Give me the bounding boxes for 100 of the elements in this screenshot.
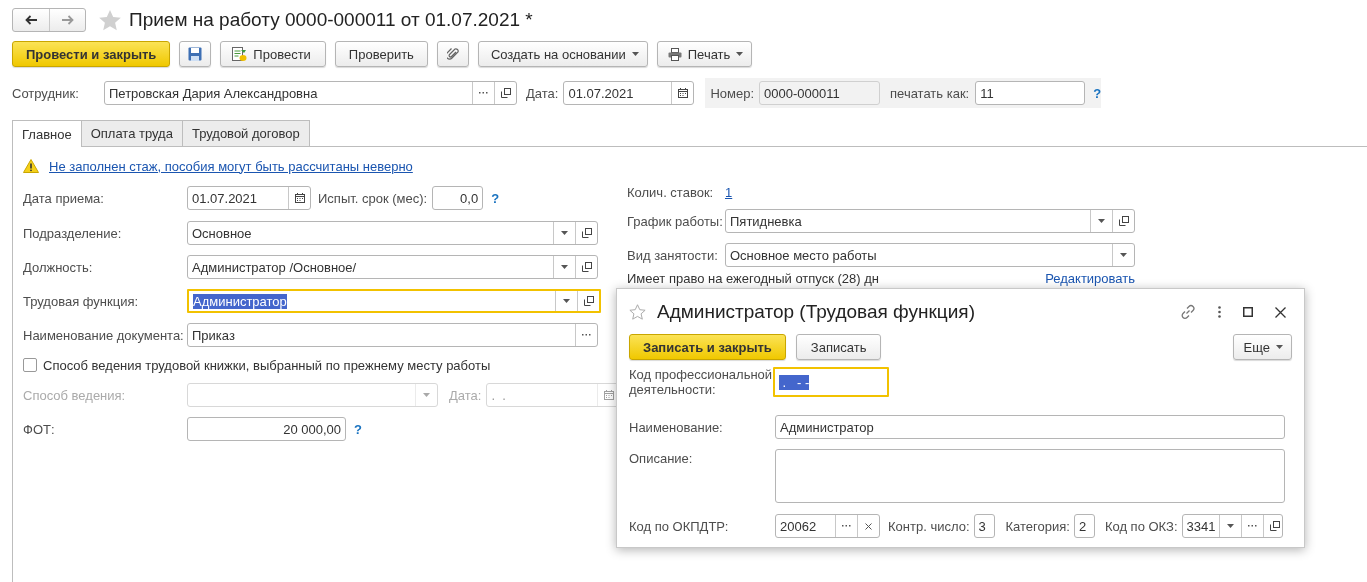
save-button[interactable] <box>179 41 212 67</box>
star-icon[interactable] <box>629 304 646 320</box>
maximize-icon[interactable] <box>1243 307 1253 317</box>
field-label: Номер: <box>710 85 755 101</box>
open-button[interactable] <box>1263 515 1282 537</box>
right-arrow-icon <box>61 15 74 25</box>
open-icon <box>583 296 594 306</box>
window-title: Прием на работу 0000-000011 от 01.07.2021 * <box>129 9 533 31</box>
select-field[interactable]: Приказ <box>187 323 598 347</box>
warning-link[interactable]: Не заполнен стаж, пособия могут быть рассчитаны неверно <box>49 158 413 174</box>
field-label: Колич. ставок: <box>627 184 715 200</box>
employee-field[interactable]: Петровская Дария Александровна <box>104 81 517 105</box>
field-label: Дата приема: <box>23 190 105 206</box>
date-field[interactable]: 01.07.2021 <box>563 81 695 105</box>
field-label: График работы: <box>627 213 724 229</box>
open-icon <box>500 88 511 98</box>
caret-icon <box>561 231 568 235</box>
field-label: Подразделение: <box>23 225 123 241</box>
open-icon <box>581 228 592 238</box>
calendar-icon <box>603 390 614 400</box>
field-label: Код по ОКЗ: <box>1104 518 1178 534</box>
caret-icon <box>736 52 744 56</box>
document-icon <box>231 46 248 62</box>
warning-icon <box>23 159 39 173</box>
star-icon[interactable] <box>99 9 121 31</box>
check-button[interactable]: Проверить <box>334 41 428 67</box>
select-field[interactable]: Основное <box>187 221 598 245</box>
open-icon <box>581 262 592 272</box>
tab[interactable]: Оплата труда <box>80 120 183 146</box>
number-field[interactable]: 2 <box>1073 514 1095 538</box>
calendar-icon <box>294 193 305 203</box>
close-icon[interactable] <box>1275 306 1286 318</box>
post-and-close-button[interactable]: Провести и закрыть <box>12 41 171 67</box>
printer-icon <box>667 47 682 61</box>
caret-icon <box>423 393 430 397</box>
tab[interactable]: Трудовой договор <box>181 120 310 146</box>
select-field[interactable]: Пятидневка <box>725 209 1135 233</box>
clear-icon <box>865 522 872 530</box>
post-button[interactable]: Провести <box>220 41 326 67</box>
code-field[interactable]: 20062 <box>775 514 880 538</box>
create-based-on-button[interactable]: Создать на основании <box>477 41 648 67</box>
caret-icon <box>631 52 639 56</box>
field-label: Сотрудник: <box>12 85 80 101</box>
save-button[interactable]: Записать <box>795 334 882 360</box>
left-arrow-icon <box>25 15 37 25</box>
caret-icon <box>563 299 570 303</box>
caret-icon <box>1120 253 1127 257</box>
date-field[interactable]: 01.07.2021 <box>187 186 311 210</box>
more-menu-icon[interactable] <box>1218 306 1221 318</box>
paperclip-icon <box>446 47 459 61</box>
attach-button[interactable] <box>436 41 469 67</box>
field-label: ФОТ: <box>23 421 56 437</box>
dialog-title: Администратор (Трудовая функция) <box>657 301 976 323</box>
number-field[interactable]: 0000-000011 <box>759 81 881 105</box>
save-and-close-button[interactable]: Записать и закрыть <box>629 334 786 360</box>
open-icon <box>1269 521 1280 531</box>
select-field[interactable]: Основное место работы <box>725 243 1135 267</box>
tab[interactable]: Главное <box>12 120 82 147</box>
field-label: Категория: <box>1005 518 1070 534</box>
caret-icon <box>1276 345 1283 349</box>
print-button[interactable]: Печать <box>656 41 753 67</box>
field-label: Код профессиональной деятельности: <box>629 367 773 399</box>
field-label: печатать как: <box>890 85 970 101</box>
field-label: Дата: <box>449 387 482 403</box>
field-label: Контр. число: <box>888 518 970 534</box>
field-label: Наименование: <box>629 419 724 435</box>
help-link[interactable]: ? <box>354 421 362 437</box>
calendar-icon <box>677 88 688 98</box>
select-field[interactable]: Администратор <box>187 289 601 313</box>
field-label: Код по ОКПДТР: <box>629 518 730 534</box>
open-icon <box>1118 216 1129 226</box>
help-link[interactable]: ? <box>1093 85 1102 101</box>
number-field[interactable]: 3 <box>973 514 995 538</box>
field-label: Трудовая функция: <box>23 293 140 309</box>
amount-field[interactable]: 20 000,00 <box>187 417 346 441</box>
help-link[interactable]: ? <box>491 190 500 206</box>
field-label: Способ ведения: <box>23 387 127 403</box>
field-label: Описание: <box>629 451 694 466</box>
field-label: Дата: <box>526 85 559 101</box>
code-field[interactable]: 3341 <box>1181 514 1283 538</box>
field-label: Вид занятости: <box>627 247 719 263</box>
description-field[interactable] <box>775 449 1285 503</box>
field-label: Наименование документа: <box>23 327 185 343</box>
name-field[interactable]: Администратор <box>775 415 1285 439</box>
link-icon[interactable] <box>1180 304 1196 320</box>
more-button[interactable]: Еще <box>1232 334 1292 360</box>
field-label: Должность: <box>23 259 94 275</box>
floppy-icon <box>188 47 203 61</box>
checkbox[interactable] <box>23 358 37 372</box>
number-field[interactable]: 0,0 <box>432 186 484 210</box>
select-field[interactable]: Администратор /Основное/ <box>187 255 598 279</box>
vacation-text: Имеет право на ежегодный отпуск (28) дн <box>627 270 879 286</box>
edit-link[interactable]: Редактировать <box>1045 270 1135 286</box>
field-label: Испыт. срок (мес): <box>318 190 428 206</box>
print-as-field[interactable]: 11 <box>975 81 1086 105</box>
checkbox-label: Способ ведения трудовой книжки, выбранный по прежнему месту работы <box>43 357 491 373</box>
rate-link[interactable]: 1 <box>725 184 733 200</box>
caret-icon <box>1098 219 1105 223</box>
code-field[interactable]: . - - <box>773 367 889 397</box>
caret-icon <box>561 265 568 269</box>
